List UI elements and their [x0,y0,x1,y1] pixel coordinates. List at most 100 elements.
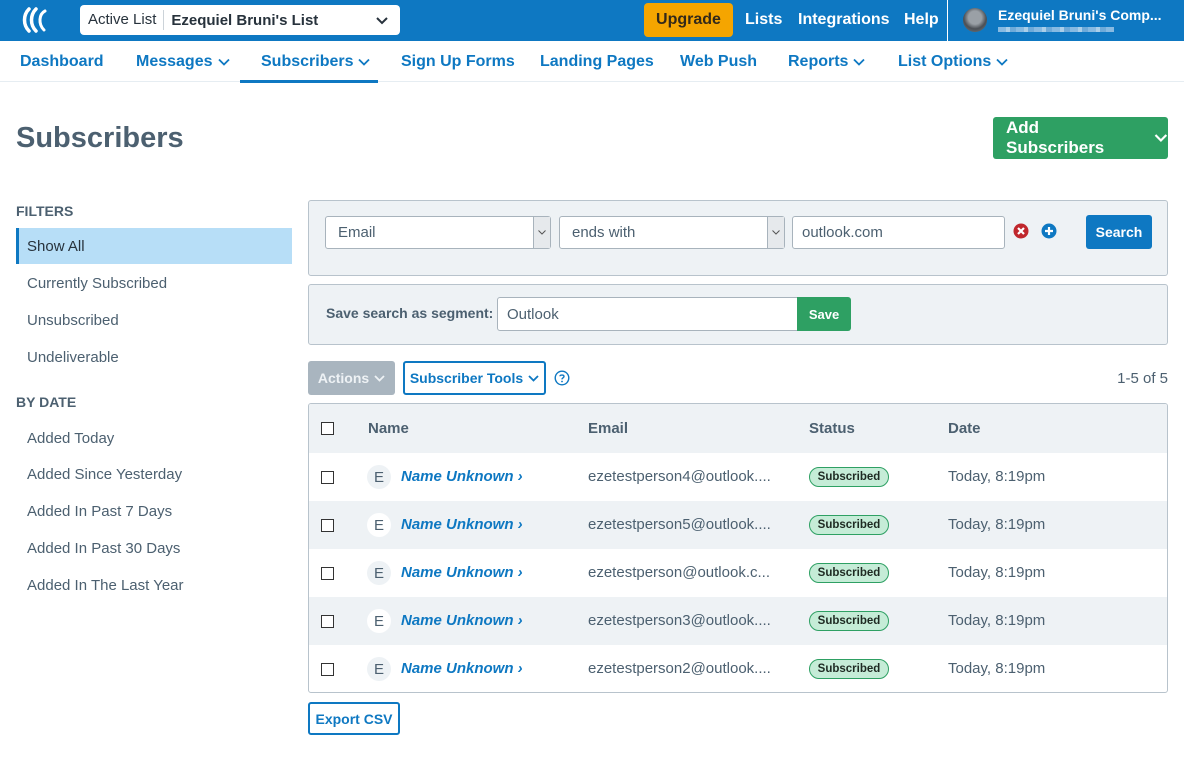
row-checkbox[interactable] [321,663,334,676]
filter-added-today[interactable]: Added Today [16,420,292,456]
row-checkbox[interactable] [321,567,334,580]
chevron-down-icon [996,58,1008,66]
subscriber-email: ezetestperson2@outlook.... [588,660,771,677]
row-checkbox[interactable] [321,519,334,532]
pagination-count: 1-5 of 5 [1117,370,1168,387]
lists-link[interactable]: Lists [745,11,782,29]
subscriber-email: ezetestperson4@outlook.... [588,468,771,485]
segment-name-input[interactable] [497,297,798,331]
nav-label: Subscribers [261,53,354,70]
filter-show-all[interactable]: Show All [16,228,292,264]
select-all-checkbox[interactable] [321,422,334,435]
column-header-status[interactable]: Status [809,420,855,437]
field-select[interactable]: Email [325,216,551,249]
nav-messages[interactable]: Messages [136,53,230,71]
help-link[interactable]: Help [904,11,939,29]
chevron-down-icon [538,230,546,235]
subscriber-name-link[interactable]: Name Unknown › [401,660,523,677]
chevron-down-icon [1154,134,1168,143]
nav-list-options[interactable]: List Options [898,53,1008,71]
avatar-initial: E [367,609,391,633]
table-row: E Name Unknown › ezetestperson@outlook.c… [309,549,1167,597]
add-subscribers-button[interactable]: Add Subscribers [993,117,1168,159]
subscriber-date: Today, 8:19pm [948,612,1046,629]
chevron-down-icon [853,58,866,66]
active-list-select[interactable]: Active List Ezequiel Bruni's List [80,5,400,35]
chevron-down-icon [376,17,388,25]
integrations-link[interactable]: Integrations [798,11,890,29]
chevron-down-icon [374,374,385,382]
column-header-email[interactable]: Email [588,420,628,437]
subscriber-name-link[interactable]: Name Unknown › [401,564,523,581]
subscriber-name-link[interactable]: Name Unknown › [401,516,523,533]
aweber-logo-icon[interactable] [20,6,50,34]
row-checkbox[interactable] [321,615,334,628]
filter-added-since-yesterday[interactable]: Added Since Yesterday [16,456,292,492]
operator-select-arrow [767,217,784,248]
subscriber-name-link[interactable]: Name Unknown › [401,612,523,629]
segment-label: Save search as segment: [326,305,494,321]
avatar[interactable] [963,8,987,32]
subscribers-table: Name Email Status Date E Name Unknown › … [308,403,1168,693]
active-list-value: Ezequiel Bruni's List [171,11,319,29]
top-divider [947,0,948,41]
remove-condition-icon[interactable] [1013,223,1029,239]
nav-landing-pages[interactable]: Landing Pages [540,53,654,71]
filter-value-input[interactable] [792,216,1005,249]
avatar-initial: E [367,561,391,585]
subscriber-tools-button[interactable]: Subscriber Tools [403,361,546,395]
add-subscribers-label: Add Subscribers [1006,118,1105,157]
main-nav: Dashboard Messages Subscribers Sign Up F… [0,41,1184,82]
field-select-value: Email [338,224,376,241]
nav-subscribers[interactable]: Subscribers [261,53,371,71]
subscriber-name: Name Unknown [401,612,514,629]
table-row: E Name Unknown › ezetestperson2@outlook.… [309,645,1167,692]
status-badge: Subscribed [809,515,889,535]
save-segment-panel: Save search as segment: Save [308,284,1168,345]
field-select-arrow [533,217,550,248]
nav-label: List Options [898,53,992,70]
active-nav-indicator [240,80,378,83]
nav-sign-up-forms[interactable]: Sign Up Forms [401,53,515,71]
actions-label: Actions [317,370,370,386]
table-row: E Name Unknown › ezetestperson3@outlook.… [309,597,1167,645]
operator-select-value: ends with [572,224,636,241]
save-segment-button[interactable]: Save [797,297,851,331]
status-badge: Subscribed [809,563,889,583]
subscriber-name: Name Unknown [401,564,514,581]
subscriber-name: Name Unknown [401,468,514,485]
column-header-date[interactable]: Date [948,420,981,437]
operator-select[interactable]: ends with [559,216,785,249]
row-checkbox[interactable] [321,471,334,484]
actions-button[interactable]: Actions [308,361,395,395]
status-badge: Subscribed [809,467,889,487]
filter-added-past-7-days[interactable]: Added In Past 7 Days [16,493,292,529]
subscriber-date: Today, 8:19pm [948,516,1046,533]
subscriber-name-link[interactable]: Name Unknown › [401,468,523,485]
filters-heading: FILTERS [16,203,74,219]
filter-undeliverable[interactable]: Undeliverable [16,339,292,375]
add-condition-icon[interactable] [1041,223,1057,239]
nav-reports[interactable]: Reports [788,53,866,71]
help-question-icon[interactable] [554,370,570,386]
nav-label: Landing Pages [540,53,654,70]
nav-web-push[interactable]: Web Push [680,53,757,71]
table-row: E Name Unknown › ezetestperson5@outlook.… [309,501,1167,549]
nav-dashboard[interactable]: Dashboard [20,53,104,71]
active-list-label: Active List [80,10,165,30]
search-button[interactable]: Search [1086,215,1152,249]
upgrade-button[interactable]: Upgrade [644,3,733,37]
nav-label: Sign Up Forms [401,53,515,70]
nav-label: Messages [136,53,213,70]
export-csv-button[interactable]: Export CSV [308,702,400,735]
column-header-name[interactable]: Name [368,420,409,437]
nav-label: Dashboard [20,53,104,70]
subscriber-email: ezetestperson3@outlook.... [588,612,771,629]
filter-unsubscribed[interactable]: Unsubscribed [16,302,292,338]
filter-added-past-30-days[interactable]: Added In Past 30 Days [16,530,292,566]
account-email-redacted [998,27,1114,32]
page-title: Subscribers [16,122,184,154]
account-name[interactable]: Ezequiel Bruni's Comp... [998,7,1162,23]
filter-added-last-year[interactable]: Added In The Last Year [16,567,292,603]
filter-currently-subscribed[interactable]: Currently Subscribed [16,265,292,301]
